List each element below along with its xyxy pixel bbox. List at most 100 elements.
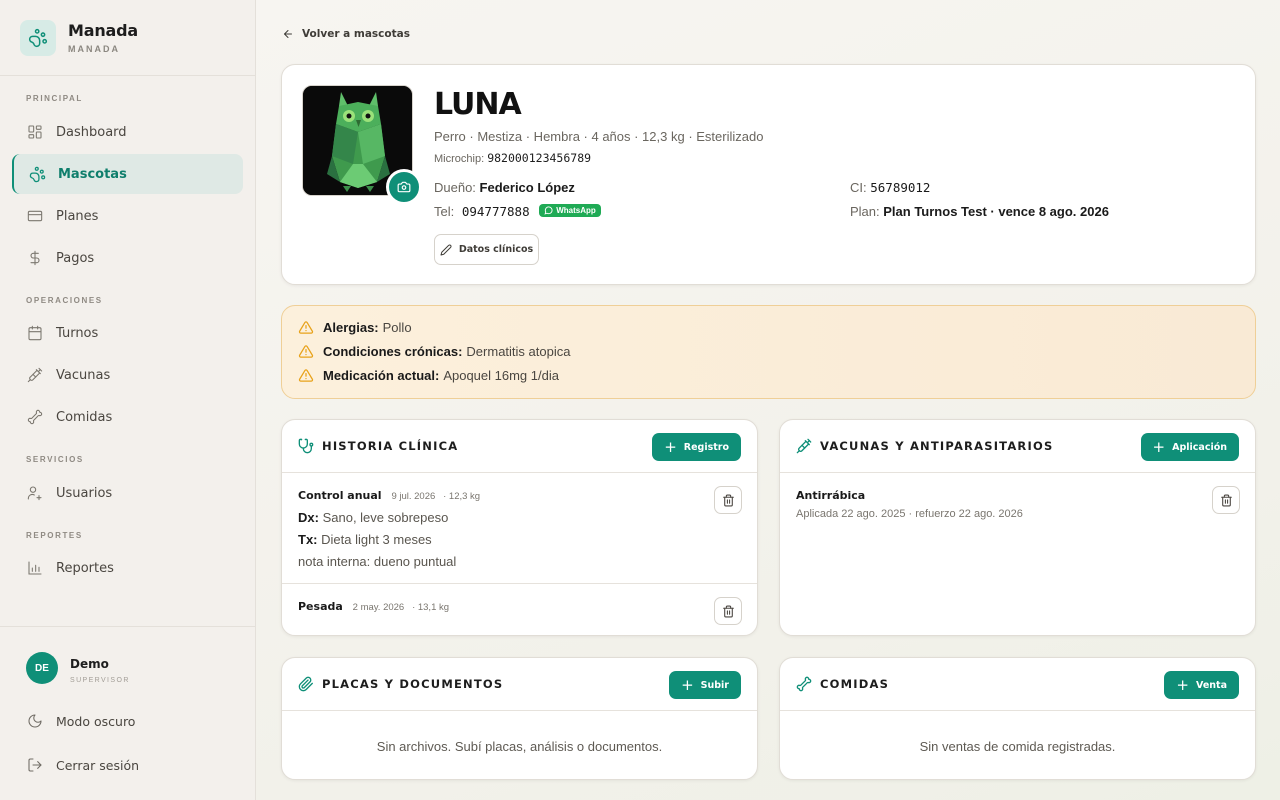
alert-medication: Medicación actual: Apoquel 16mg 1/dia (298, 368, 559, 383)
alert-label: Medicación actual: (323, 368, 440, 383)
panel-header: VACUNAS Y ANTIPARASITARIOS + Aplicación (780, 420, 1255, 473)
back-link[interactable]: Volver a mascotas (282, 28, 410, 40)
sidebar-item-reportes[interactable]: Reportes (12, 548, 243, 588)
logout-icon (26, 756, 44, 774)
section-label-reportes: REPORTES (26, 531, 83, 540)
sidebar: Manada MANADA PRINCIPAL Dashboard Mascot… (0, 0, 256, 800)
panel-title: VACUNAS Y ANTIPARASITARIOS (820, 439, 1054, 453)
warning-icon (298, 321, 314, 334)
add-application-button[interactable]: + Aplicación (1140, 433, 1239, 461)
sidebar-item-planes[interactable]: Planes (12, 196, 243, 236)
alert-label: Alergias: (323, 320, 379, 335)
button-label: Subir (700, 679, 729, 691)
syringe-icon (26, 366, 44, 384)
syringe-icon (796, 438, 812, 454)
entry-name: Control anual (298, 489, 382, 502)
ci: CI: 56789012 (850, 180, 930, 195)
phone: Tel: 094777888 WhatsApp (434, 204, 601, 219)
sidebar-item-turnos[interactable]: Turnos (12, 313, 243, 353)
delete-vaccine-button[interactable] (1212, 486, 1240, 514)
user-role: SUPERVISOR (70, 677, 130, 684)
plan-label: Plan: (850, 204, 880, 219)
vaccine-name: Antirrábica (796, 489, 866, 502)
alert-label: Condiciones crónicas: (323, 344, 463, 359)
owner: Dueño: Federico López (434, 180, 575, 195)
sidebar-item-vacunas[interactable]: Vacunas (12, 355, 243, 395)
brand-name: Manada (68, 21, 138, 40)
plus-icon: + (681, 675, 694, 694)
owner-label: Dueño: (434, 180, 476, 195)
add-sale-button[interactable]: + Venta (1164, 671, 1239, 699)
pet-description: Perro · Mestiza · Hembra · 4 años · 12,3… (434, 129, 764, 144)
bone-icon (26, 408, 44, 426)
panel-title: PLACAS Y DOCUMENTOS (322, 677, 504, 691)
section-label-principal: PRINCIPAL (26, 94, 83, 103)
entry-tx: Tx: Dieta light 3 meses (298, 532, 432, 547)
user-name: Demo (70, 657, 109, 671)
add-record-button[interactable]: + Registro (652, 433, 741, 461)
panel-header: COMIDAS + Venta (780, 658, 1255, 711)
alert-value: Pollo (382, 320, 412, 335)
entry-title: Control anual 9 jul. 2026 · 12,3 kg (298, 489, 480, 502)
sidebar-item-usuarios[interactable]: Usuarios (12, 473, 243, 513)
dollar-icon (26, 249, 44, 267)
documents-panel: PLACAS Y DOCUMENTOS + Subir Sin archivos… (281, 657, 758, 780)
button-label: Aplicación (1172, 441, 1227, 453)
trash-icon (722, 494, 734, 506)
dark-mode-toggle[interactable]: Modo oscuro (26, 712, 135, 730)
avatar[interactable]: DE (26, 652, 58, 684)
owner-value: Federico López (479, 180, 575, 195)
sidebar-item-dashboard[interactable]: Dashboard (12, 112, 243, 152)
entry-date: 9 jul. 2026 (391, 491, 436, 502)
sidebar-item-pagos[interactable]: Pagos (12, 238, 243, 278)
sidebar-item-label: Reportes (56, 560, 114, 576)
button-label: Registro (683, 441, 729, 453)
trash-icon (1220, 494, 1232, 506)
entry-dx: Dx: Sano, leve sobrepeso (298, 510, 448, 525)
moon-icon (26, 712, 44, 730)
panel-header: HISTORIA CLÍNICA + Registro (282, 420, 757, 473)
microchip: Microchip: 982000123456789 (434, 151, 591, 165)
sidebar-item-mascotas[interactable]: Mascotas (12, 154, 243, 194)
alert-value: Dermatitis atopica (466, 344, 571, 359)
main-content: Volver a mascotas LUNA Perro · Mestiza ·… (256, 0, 1280, 800)
entry-weight: · 13,1 kg (412, 602, 450, 613)
delete-record-button[interactable] (714, 597, 742, 625)
paw-logo-icon (20, 19, 56, 56)
whatsapp-button[interactable]: WhatsApp (539, 204, 601, 217)
sidebar-item-comidas[interactable]: Comidas (12, 397, 243, 437)
back-link-label: Volver a mascotas (302, 28, 410, 40)
alert-chronic: Condiciones crónicas: Dermatitis atopica (298, 344, 570, 359)
alert-value: Apoquel 16mg 1/dia (443, 368, 559, 383)
empty-state: Sin archivos. Subí placas, análisis o do… (376, 739, 663, 754)
brand-subtitle: MANADA (68, 44, 120, 54)
sidebar-footer: DE Demo SUPERVISOR Modo oscuro Cerrar se… (0, 626, 256, 800)
tel-label: Tel: (434, 204, 455, 219)
panel-title: HISTORIA CLÍNICA (322, 439, 459, 453)
dx-label: Dx: (298, 510, 319, 525)
card-icon (26, 207, 44, 225)
upload-button[interactable]: + Subir (669, 671, 741, 699)
entry-note: nota interna: dueno puntual (298, 554, 457, 569)
change-photo-button[interactable] (386, 169, 422, 205)
ci-value: 56789012 (870, 180, 931, 195)
entry-weight: · 12,3 kg (443, 491, 481, 502)
entry-date: 2 may. 2026 (352, 602, 405, 613)
empty-state: Sin ventas de comida registradas. (919, 739, 1116, 754)
logout-button[interactable]: Cerrar sesión (26, 756, 139, 774)
chart-icon (26, 559, 44, 577)
brand[interactable]: Manada MANADA (0, 0, 255, 76)
whatsapp-icon (544, 206, 553, 215)
calendar-icon (26, 324, 44, 342)
paperclip-icon (298, 676, 313, 692)
sidebar-item-label: Usuarios (56, 485, 113, 501)
trash-icon (722, 605, 734, 617)
tx-label: Tx: (298, 532, 318, 547)
warning-icon (298, 345, 314, 358)
clinical-data-button[interactable]: Datos clínicos (434, 234, 539, 265)
vaccines-panel: VACUNAS Y ANTIPARASITARIOS + Aplicación … (779, 419, 1256, 636)
food-panel: COMIDAS + Venta Sin ventas de comida reg… (779, 657, 1256, 780)
delete-record-button[interactable] (714, 486, 742, 514)
pet-profile-card: LUNA Perro · Mestiza · Hembra · 4 años ·… (281, 64, 1256, 285)
whatsapp-label: WhatsApp (556, 206, 596, 215)
